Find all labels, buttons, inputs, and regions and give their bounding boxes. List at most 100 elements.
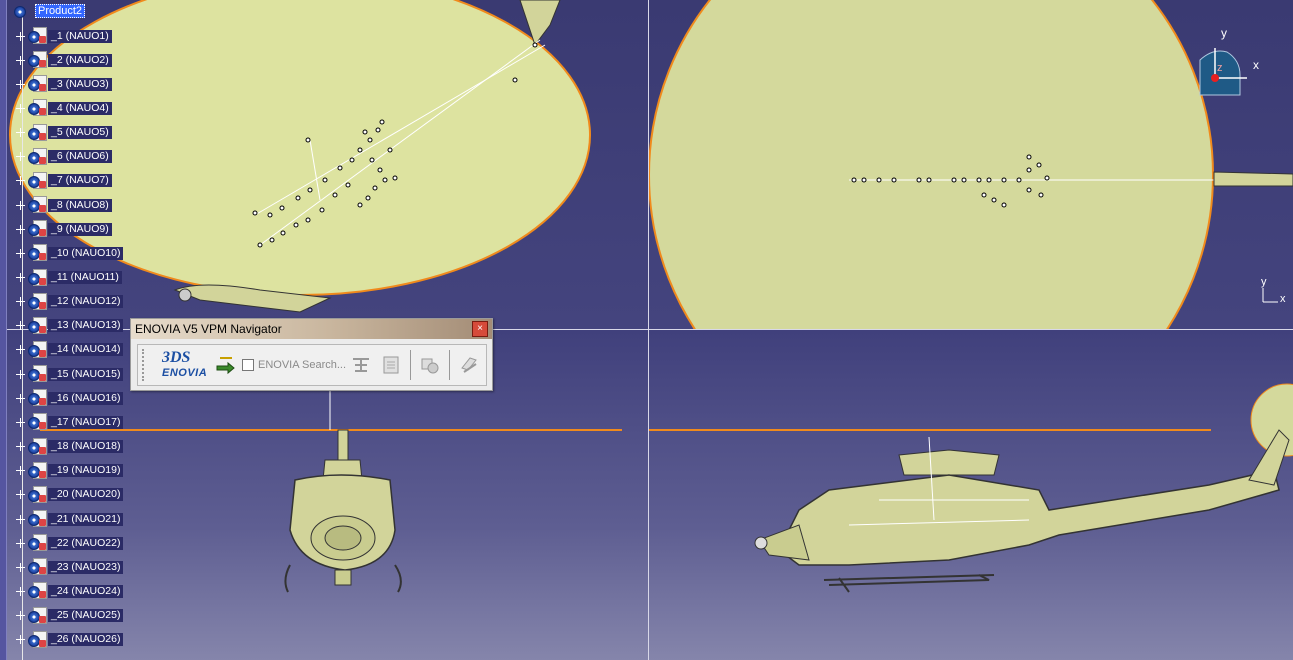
expand-icon[interactable] <box>16 345 25 355</box>
tree-item-label[interactable]: _16 (NAUO16) <box>48 391 124 405</box>
tree-item[interactable]: _24 (NAUO24) <box>16 581 124 601</box>
tree-item[interactable]: _11 (NAUO11) <box>16 268 122 288</box>
close-button[interactable]: × <box>472 321 488 337</box>
tree-structure-icon <box>353 358 370 372</box>
tree-item-label[interactable]: _13 (NAUO13) <box>48 319 124 333</box>
tree-item-label[interactable]: _20 (NAUO20) <box>48 488 124 502</box>
tree-item[interactable]: _18 (NAUO18) <box>16 437 124 457</box>
tree-root-node[interactable]: Product2 <box>14 3 86 19</box>
compass-widget[interactable]: y x z <box>1195 26 1275 100</box>
expand-icon[interactable] <box>16 514 25 524</box>
tree-item[interactable]: _14 (NAUO14) <box>16 340 124 360</box>
tree-item[interactable]: _16 (NAUO16) <box>16 388 124 408</box>
tree-item[interactable]: _23 (NAUO23) <box>16 557 124 577</box>
tree-item[interactable]: _19 (NAUO19) <box>16 461 124 481</box>
expand-icon[interactable] <box>16 635 25 645</box>
tree-structure-button[interactable] <box>348 352 374 378</box>
expand-icon[interactable] <box>16 611 25 621</box>
expand-icon[interactable] <box>16 248 25 258</box>
tree-item-label[interactable]: _15 (NAUO15) <box>48 367 124 381</box>
expand-icon[interactable] <box>16 152 25 162</box>
tree-item-label[interactable]: _19 (NAUO19) <box>48 464 124 478</box>
tree-item-label[interactable]: _18 (NAUO18) <box>48 440 124 454</box>
part-icon <box>27 340 47 360</box>
tree-item-label[interactable]: _3 (NAUO3) <box>48 77 112 91</box>
specification-tree[interactable]: Product2 _1 (NAUO1) _2 (NAUO2) _3 (NAUO3) _… <box>0 0 140 660</box>
tree-item[interactable]: _8 (NAUO8) <box>16 195 112 215</box>
tree-item[interactable]: _4 (NAUO4) <box>16 98 112 118</box>
tree-item[interactable]: _15 (NAUO15) <box>16 364 124 384</box>
tree-item-label[interactable]: _26 (NAUO26) <box>48 633 124 647</box>
tree-item[interactable]: _22 (NAUO22) <box>16 533 124 553</box>
tree-item[interactable]: _17 (NAUO17) <box>16 412 124 432</box>
expand-icon[interactable] <box>16 417 25 427</box>
enovia-logo[interactable]: 3DS ENOVIA <box>154 349 210 381</box>
tree-item[interactable]: _7 (NAUO7) <box>16 171 112 191</box>
tree-item[interactable]: _2 (NAUO2) <box>16 50 112 70</box>
tree-item-label[interactable]: _1 (NAUO1) <box>48 29 112 43</box>
tree-item-label[interactable]: _11 (NAUO11) <box>48 271 122 284</box>
tree-item-label[interactable]: _6 (NAUO6) <box>48 150 112 164</box>
expand-icon[interactable] <box>16 79 25 89</box>
enovia-search-toggle[interactable]: ENOVIA Search... <box>242 359 346 371</box>
tree-item[interactable]: _6 (NAUO6) <box>16 147 112 167</box>
tree-item-label[interactable]: _22 (NAUO22) <box>48 536 124 550</box>
tree-item-label[interactable]: _17 (NAUO17) <box>48 415 124 429</box>
expand-icon[interactable] <box>16 393 25 403</box>
tree-item[interactable]: _3 (NAUO3) <box>16 74 112 94</box>
refresh-query-button[interactable] <box>417 352 443 378</box>
search-checkbox[interactable] <box>242 359 254 371</box>
expand-icon[interactable] <box>16 273 25 282</box>
tree-item[interactable]: _10 (NAUO10) <box>16 243 124 263</box>
connect-arrow-button[interactable] <box>212 352 238 378</box>
tree-item-label[interactable]: _24 (NAUO24) <box>48 584 124 598</box>
expand-icon[interactable] <box>16 224 25 234</box>
expand-icon[interactable] <box>16 321 25 331</box>
tree-item-label[interactable]: _9 (NAUO9) <box>48 222 112 236</box>
sync-button[interactable] <box>456 352 482 378</box>
tree-item[interactable]: _1 (NAUO1) <box>16 26 112 46</box>
tree-item-label[interactable]: _21 (NAUO21) <box>48 512 124 526</box>
tree-item[interactable]: _13 (NAUO13) <box>16 316 124 336</box>
expand-icon[interactable] <box>16 128 25 138</box>
expand-icon[interactable] <box>16 369 25 379</box>
tree-item-label[interactable]: _8 (NAUO8) <box>48 198 112 212</box>
expand-icon[interactable] <box>16 31 25 41</box>
expand-icon[interactable] <box>16 562 25 572</box>
tree-root-label[interactable]: Product2 <box>35 4 86 18</box>
tree-item-label[interactable]: _14 (NAUO14) <box>48 343 124 357</box>
expand-icon[interactable] <box>16 200 25 210</box>
expand-icon[interactable] <box>16 176 25 186</box>
tree-item-label[interactable]: _25 (NAUO25) <box>48 609 124 623</box>
tree-item[interactable]: _25 (NAUO25) <box>16 606 124 626</box>
tree-item[interactable]: _21 (NAUO21) <box>16 509 124 529</box>
expand-icon[interactable] <box>16 442 25 452</box>
tree-item[interactable]: _12 (NAUO12) <box>16 292 124 312</box>
viewport-bottom-right[interactable] <box>649 330 1293 660</box>
expand-icon[interactable] <box>16 538 25 548</box>
tree-item-label[interactable]: _23 (NAUO23) <box>48 560 124 574</box>
mini-axis-indicator: y x <box>1258 276 1288 310</box>
part-icon <box>27 461 47 481</box>
tree-item-label[interactable]: _7 (NAUO7) <box>48 174 112 188</box>
toolbar-grip-handle[interactable] <box>142 349 148 381</box>
expand-icon[interactable] <box>16 297 25 307</box>
enovia-toolbar-window[interactable]: ENOVIA V5 VPM Navigator × 3DS ENOVIA ENO… <box>130 318 493 391</box>
tree-item[interactable]: _26 (NAUO26) <box>16 630 124 650</box>
tree-item-label[interactable]: _5 (NAUO5) <box>48 126 112 140</box>
expand-icon[interactable] <box>16 55 25 65</box>
tree-item-label[interactable]: _4 (NAUO4) <box>48 101 112 115</box>
tree-item-label[interactable]: _10 (NAUO10) <box>48 246 124 260</box>
tree-item-label[interactable]: _12 (NAUO12) <box>48 295 124 309</box>
tree-item[interactable]: _5 (NAUO5) <box>16 123 112 143</box>
toolbar-titlebar[interactable]: ENOVIA V5 VPM Navigator × <box>131 319 492 339</box>
tree-scroll-strip[interactable] <box>0 0 7 660</box>
expand-icon[interactable] <box>16 466 25 476</box>
tree-item[interactable]: _9 (NAUO9) <box>16 219 112 239</box>
tree-item[interactable]: _20 (NAUO20) <box>16 485 124 505</box>
document-button[interactable] <box>378 352 404 378</box>
expand-icon[interactable] <box>16 490 25 500</box>
expand-icon[interactable] <box>16 103 25 113</box>
tree-item-label[interactable]: _2 (NAUO2) <box>48 53 112 67</box>
expand-icon[interactable] <box>16 586 25 596</box>
